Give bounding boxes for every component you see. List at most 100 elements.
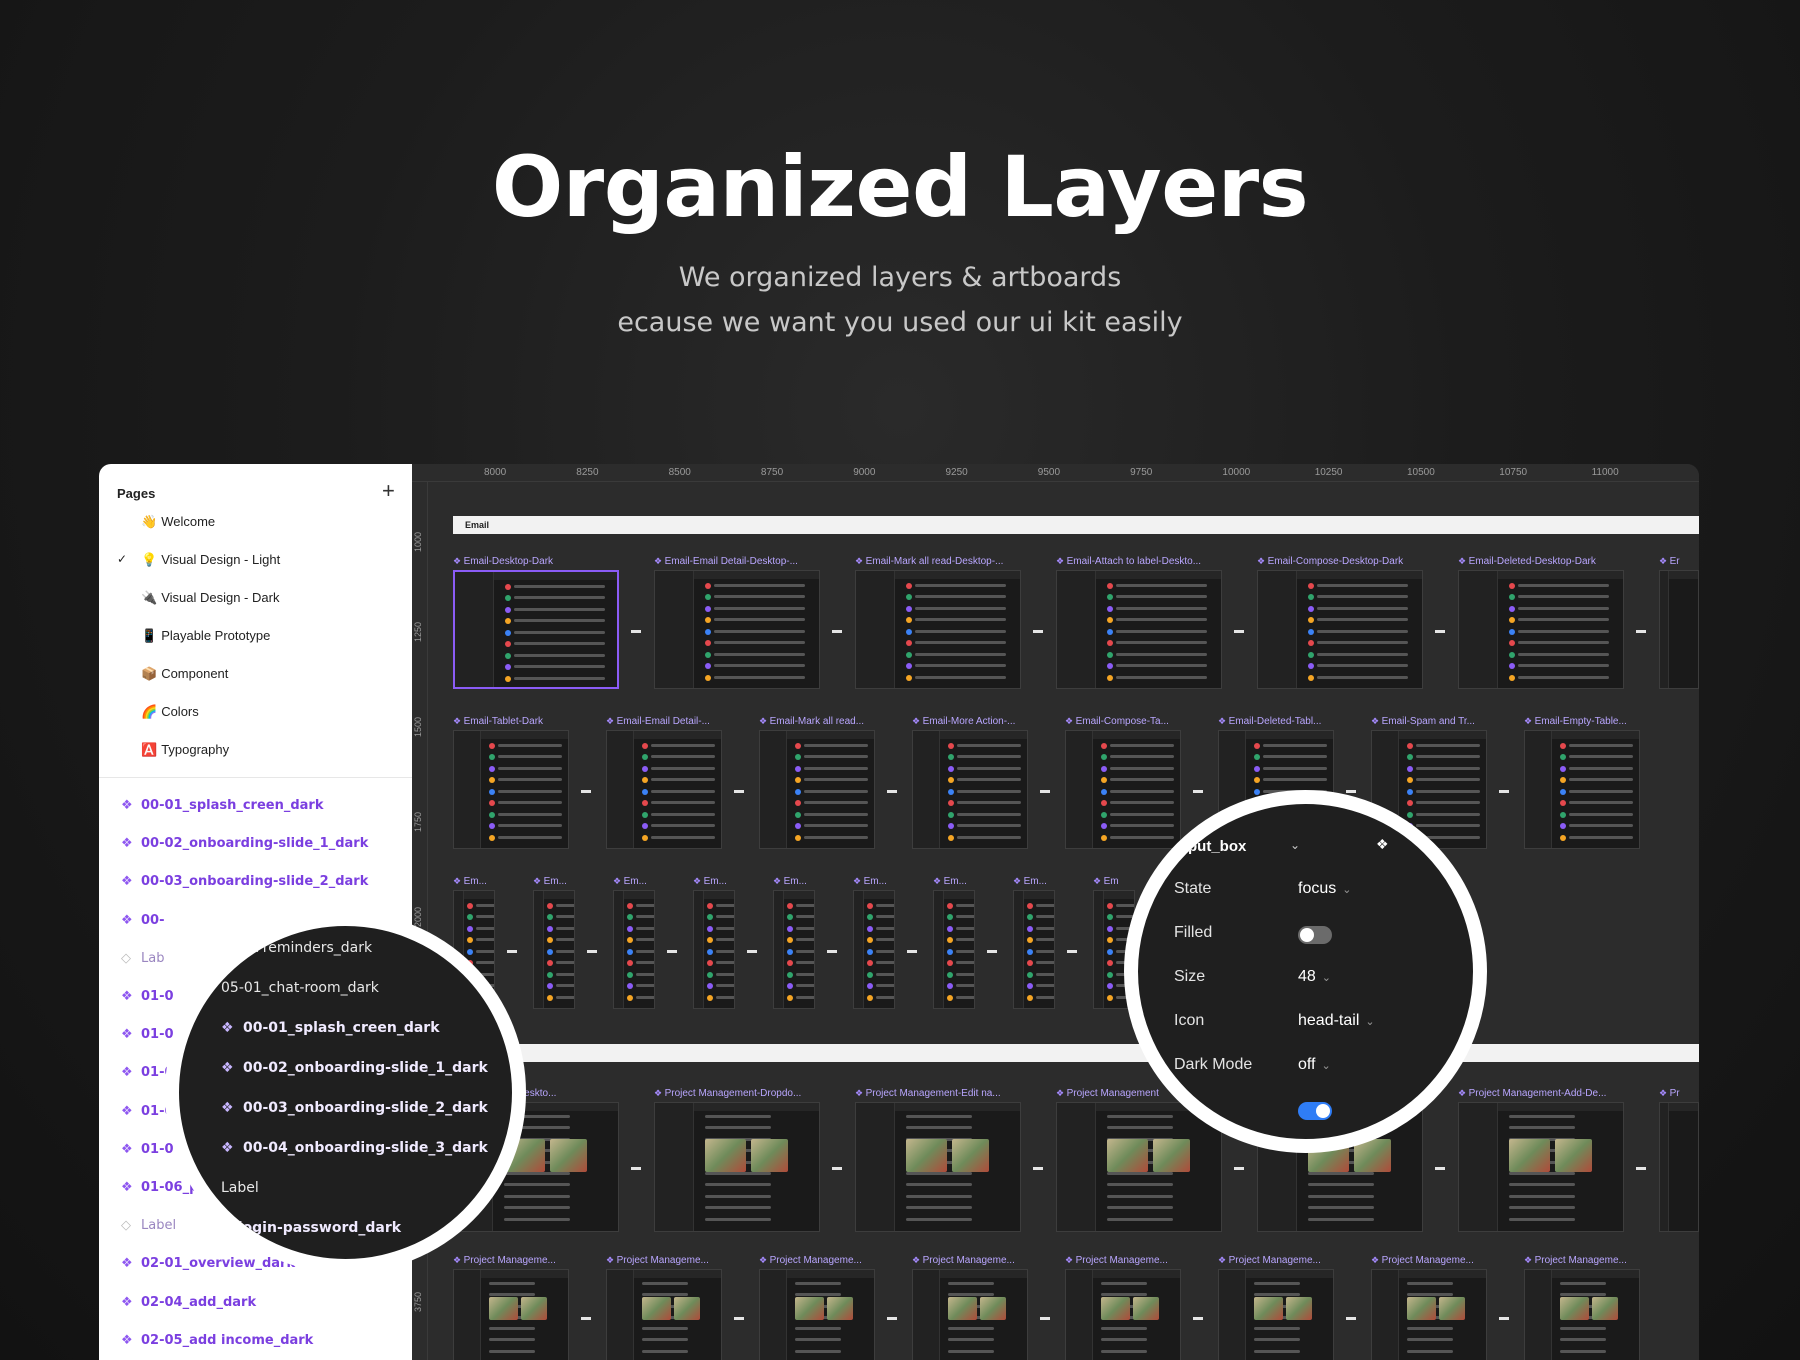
artboard-frame[interactable] (759, 730, 875, 849)
artboard-label[interactable]: Em... (693, 876, 727, 887)
zoom-layer-item[interactable]: ❖ 00-01_splash_creen_dark (221, 1020, 440, 1036)
artboard-frame[interactable] (1524, 730, 1640, 849)
toggle-switch[interactable] (1298, 1102, 1332, 1120)
zoom-layer-item[interactable]: ❖ 00-03_onboarding-slide_2_dark (221, 1100, 488, 1116)
artboard-frame[interactable] (1065, 1269, 1181, 1360)
artboard-frame[interactable] (1524, 1269, 1640, 1360)
artboard-label[interactable]: Project Manageme... (1371, 1255, 1474, 1266)
artboard-frame[interactable] (773, 890, 815, 1009)
artboard-frame[interactable] (855, 1102, 1021, 1232)
layer-item[interactable]: ❖ 02-01_overview_dark (121, 1254, 295, 1274)
section-project[interactable]: ent (453, 1044, 1699, 1062)
layer-item[interactable]: ◇ Label (121, 1216, 176, 1236)
artboard-frame[interactable] (1218, 1269, 1334, 1360)
zoom-layer-item[interactable]: ❖ 00-02_onboarding-slide_1_dark (221, 1060, 488, 1076)
artboard-label[interactable]: Email-Spam and Tr... (1371, 716, 1475, 727)
layer-item[interactable]: ❖ 00-02_onboarding-slide_1_dark (121, 834, 368, 854)
artboard-frame[interactable] (1065, 730, 1181, 849)
artboard-label[interactable]: Em (1093, 876, 1119, 887)
zoom-layer-item[interactable]: 1_login-password_dark (221, 1220, 401, 1236)
artboard-label[interactable]: Project Management-Add-De... (1458, 1088, 1607, 1099)
layer-item[interactable]: ❖ 02-05_add income_dark (121, 1331, 313, 1351)
page-item[interactable]: 📱 Playable Prototype (141, 626, 270, 646)
artboard-label[interactable]: Email-Mark all read... (759, 716, 864, 727)
layer-item[interactable]: ❖ 01-0 (121, 1140, 174, 1160)
artboard-label[interactable]: Project Management-Dropdo... (654, 1088, 802, 1099)
page-item[interactable]: 🅰️ Typography (141, 740, 229, 760)
zoom-layer-item[interactable]: ❖ 00-04_onboarding-slide_3_dark (221, 1140, 488, 1156)
zoom-layer-item[interactable]: Label (221, 1180, 259, 1196)
page-item[interactable]: 💡 Visual Design - Light (141, 550, 280, 570)
layer-item[interactable]: ❖ 01-0 (121, 987, 174, 1007)
artboard-label[interactable]: Project Management (1056, 1088, 1159, 1099)
section-email[interactable]: Email (453, 516, 1699, 534)
artboard-frame[interactable] (1659, 570, 1699, 689)
artboard-label[interactable]: Em... (453, 876, 487, 887)
artboard-label[interactable]: Email-Deleted-Desktop-Dark (1458, 556, 1596, 567)
component-icon[interactable]: ❖ (1376, 836, 1389, 853)
artboard-frame[interactable] (855, 570, 1021, 689)
zoom-layer-item[interactable]: 2_set reminders_dark (221, 940, 372, 956)
page-item[interactable]: 🌈 Colors (141, 702, 199, 722)
artboard-label[interactable]: Em... (853, 876, 887, 887)
artboard-label[interactable]: Email-Compose-Desktop-Dark (1257, 556, 1404, 567)
artboard-label[interactable]: Email-Empty-Table... (1524, 716, 1627, 727)
artboard-label[interactable]: Email-Mark all read-Desktop-... (855, 556, 1004, 567)
layer-item[interactable]: ❖ 00- (121, 911, 165, 931)
page-item[interactable]: 🔌 Visual Design - Dark (141, 588, 279, 608)
artboard-frame[interactable] (759, 1269, 875, 1360)
artboard-label[interactable]: Email-More Action-... (912, 716, 1016, 727)
layer-item[interactable]: ❖ 01-06_p (121, 1178, 198, 1198)
artboard-label[interactable]: Project Manageme... (606, 1255, 709, 1266)
artboard-frame[interactable] (453, 730, 569, 849)
property-value-dropdown[interactable]: head-tail ⌄ (1298, 1012, 1375, 1030)
artboard-label[interactable]: Project Manageme... (453, 1255, 556, 1266)
page-item[interactable]: 📦 Component (141, 664, 228, 684)
toggle-switch[interactable] (1298, 926, 1332, 944)
page-item[interactable]: 👋 Welcome (141, 512, 215, 532)
artboard-label[interactable]: Email-Deleted-Tabl... (1218, 716, 1322, 727)
zoom-layer-item[interactable]: 05-01_chat-room_dark (221, 980, 379, 996)
property-value-dropdown[interactable]: off ⌄ (1298, 1056, 1331, 1074)
artboard-label[interactable]: Email-Desktop-Dark (453, 556, 553, 567)
artboard-frame[interactable] (606, 730, 722, 849)
artboard-frame[interactable] (1013, 890, 1055, 1009)
artboard-frame[interactable] (912, 1269, 1028, 1360)
artboard-frame[interactable] (933, 890, 975, 1009)
artboard-label[interactable]: Email-Compose-Ta... (1065, 716, 1169, 727)
artboard-label[interactable]: Email-Email Detail-Desktop-... (654, 556, 798, 567)
artboard-frame[interactable] (1056, 570, 1222, 689)
artboard-label[interactable]: Em... (1013, 876, 1047, 887)
artboard-label[interactable]: Em... (613, 876, 647, 887)
artboard-frame[interactable] (912, 730, 1028, 849)
artboard-label[interactable]: Pr (1659, 1088, 1680, 1099)
artboard-frame[interactable] (613, 890, 655, 1009)
artboard-frame[interactable] (1056, 1102, 1222, 1232)
property-value-dropdown[interactable]: 48 ⌄ (1298, 968, 1331, 986)
artboard-frame[interactable] (1371, 1269, 1487, 1360)
canvas[interactable]: 8000 8250 8500 8750 9000 9250 9500 9750 10000 102… (412, 464, 1699, 1360)
component-title[interactable]: put_box (1188, 838, 1246, 855)
artboard-frame[interactable] (453, 1269, 569, 1360)
chevron-down-icon[interactable]: ⌄ (1290, 838, 1300, 852)
artboard-frame[interactable] (1458, 1102, 1624, 1232)
artboard-label[interactable]: Project Manageme... (1524, 1255, 1627, 1266)
artboard-label[interactable]: Em... (773, 876, 807, 887)
artboard-label[interactable]: Em... (933, 876, 967, 887)
artboard-label[interactable]: Project Manageme... (1065, 1255, 1168, 1266)
artboard-label[interactable]: Email-Email Detail-... (606, 716, 710, 727)
artboard-frame[interactable] (453, 570, 619, 689)
artboard-frame[interactable] (606, 1269, 722, 1360)
artboard-label[interactable]: Project Manageme... (759, 1255, 862, 1266)
layer-item[interactable]: ◇ Lab (121, 949, 164, 969)
artboard-frame[interactable] (654, 570, 820, 689)
artboard-frame[interactable] (654, 1102, 820, 1232)
property-value-dropdown[interactable]: focus ⌄ (1298, 880, 1351, 898)
artboard-label[interactable]: Project Manageme... (912, 1255, 1015, 1266)
artboard-frame[interactable] (533, 890, 575, 1009)
artboard-label[interactable]: Er (1659, 556, 1680, 567)
artboard-label[interactable]: Email-Tablet-Dark (453, 716, 543, 727)
artboard-frame[interactable] (693, 890, 735, 1009)
layer-item[interactable]: ❖ 01-0 (121, 1025, 174, 1045)
layer-item[interactable]: ❖ 00-03_onboarding-slide_2_dark (121, 872, 368, 892)
